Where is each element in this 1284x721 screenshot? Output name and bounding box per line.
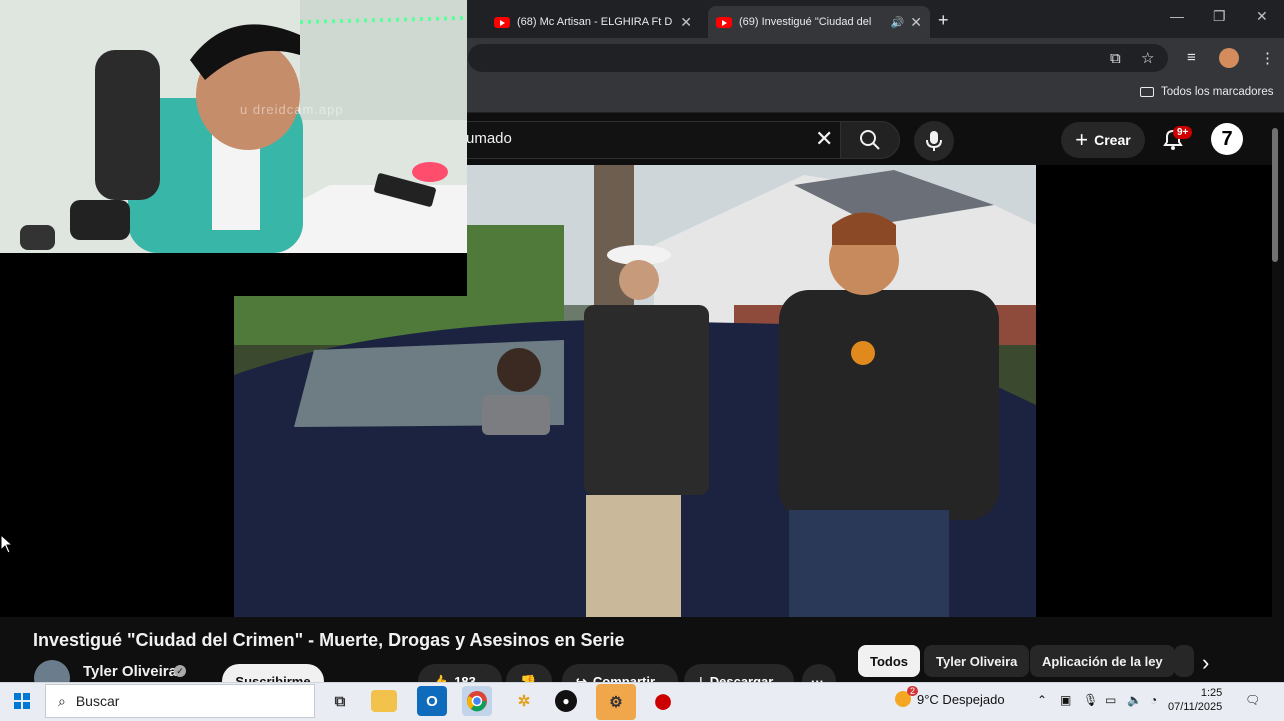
address-bar[interactable]	[468, 44, 1168, 72]
tab-title: (69) Investigué "Ciudad del	[739, 16, 872, 28]
youtube-favicon-icon	[716, 16, 732, 28]
chrome-icon[interactable]	[462, 686, 492, 716]
tab-investigue[interactable]: (69) Investigué "Ciudad del 🔊 ✕	[708, 6, 930, 38]
taskbar-search[interactable]: ⌕ Buscar	[45, 684, 315, 718]
close-tab-icon[interactable]: ✕	[910, 14, 922, 31]
maximize-icon[interactable]: ❐	[1213, 8, 1226, 25]
wifi-icon[interactable]: ◔	[1150, 693, 1157, 707]
chip-aplicacion-ley[interactable]: Aplicación de la ley	[1030, 645, 1175, 677]
notification-center-icon[interactable]: 🗨	[1245, 693, 1260, 707]
taskbar-search-placeholder: Buscar	[75, 693, 120, 709]
clear-search-icon[interactable]: ✕	[815, 126, 833, 152]
app-record-icon[interactable]: ⬤	[648, 686, 678, 716]
speaker-icon[interactable]: 🔊	[891, 16, 905, 29]
microphone-tray-icon[interactable]: 🎙	[1083, 693, 1098, 707]
media-control-icon[interactable]: ≡	[1187, 49, 1196, 66]
all-bookmarks-label: Todos los marcadores	[1161, 86, 1274, 98]
clock-date: 07/11/2025	[1168, 701, 1223, 713]
clock-time: 1:25	[1200, 687, 1223, 699]
folder-icon	[1140, 87, 1154, 97]
tray-app-icon[interactable]: ▣	[1060, 693, 1071, 707]
create-button[interactable]: + Crear	[1061, 122, 1145, 158]
windows-start-icon[interactable]	[14, 693, 30, 714]
search-button[interactable]	[840, 121, 900, 159]
youtube-favicon-icon	[494, 16, 510, 28]
volume-icon[interactable]: 🔈	[1127, 693, 1142, 707]
chevron-right-icon[interactable]: ›	[1202, 650, 1209, 676]
create-label: Crear	[1094, 132, 1131, 148]
account-avatar[interactable]: 7	[1211, 123, 1243, 155]
microphone-icon	[926, 131, 942, 151]
profile-avatar[interactable]	[1219, 48, 1239, 68]
app-round-icon[interactable]: ●	[555, 690, 577, 712]
chip-todos[interactable]: Todos	[858, 645, 921, 677]
close-window-icon[interactable]: ✕	[1256, 8, 1268, 25]
search-icon: ⌕	[58, 692, 66, 709]
tab-mc-artisan[interactable]: (68) Mc Artisan - ELGHIRA Ft D ✕	[486, 6, 700, 38]
webcam-overlay	[0, 0, 467, 253]
webcam-watermark: u dreidcam.app	[240, 102, 344, 117]
webcam-bottom-bar	[0, 253, 467, 296]
minimize-icon[interactable]: —	[1170, 8, 1184, 24]
all-bookmarks[interactable]: Todos los marcadores	[1140, 86, 1274, 98]
system-clock[interactable]: 1:25 07/11/2025	[1168, 686, 1222, 714]
outlook-icon[interactable]: O	[417, 686, 447, 716]
search-icon	[860, 130, 880, 150]
video-title: Investigué "Ciudad del Crimen" - Muerte,…	[33, 630, 625, 650]
webcam-scene-image	[0, 0, 467, 253]
app-asterisk-icon[interactable]: ✲	[509, 686, 539, 716]
chip-tyler-oliveira[interactable]: Tyler Oliveira	[924, 645, 1030, 677]
bookmark-star-icon[interactable]: ☆	[1141, 49, 1154, 67]
mouse-cursor-icon	[0, 533, 14, 559]
task-view-icon[interactable]: ⧉	[325, 686, 355, 716]
close-tab-icon[interactable]: ✕	[680, 14, 692, 31]
verified-icon: ✓	[174, 665, 186, 677]
page-scrollbar[interactable]	[1272, 128, 1278, 262]
weather-text: 9°C Despejado	[917, 691, 1005, 707]
channel-name[interactable]: Tyler Oliveira	[83, 663, 177, 680]
install-app-icon[interactable]: ⧉	[1110, 50, 1121, 67]
tab-title: (68) Mc Artisan - ELGHIRA Ft D	[517, 16, 673, 28]
voice-search-button[interactable]	[914, 121, 954, 161]
search-query: umado	[466, 130, 512, 147]
plus-icon: +	[1075, 127, 1089, 152]
chevron-up-icon[interactable]: ⌃	[1037, 693, 1047, 707]
settings-gear-icon[interactable]: ⚙	[596, 684, 636, 720]
battery-icon[interactable]: ▭	[1105, 693, 1116, 707]
notifications-badge: 9+	[1173, 126, 1193, 139]
file-explorer-icon[interactable]	[371, 690, 397, 712]
new-tab-button[interactable]: +	[938, 10, 949, 31]
weather-badge: 2	[907, 686, 919, 696]
menu-kebab-icon[interactable]: ⋮	[1260, 49, 1275, 67]
chip-partial[interactable]	[1174, 645, 1194, 677]
